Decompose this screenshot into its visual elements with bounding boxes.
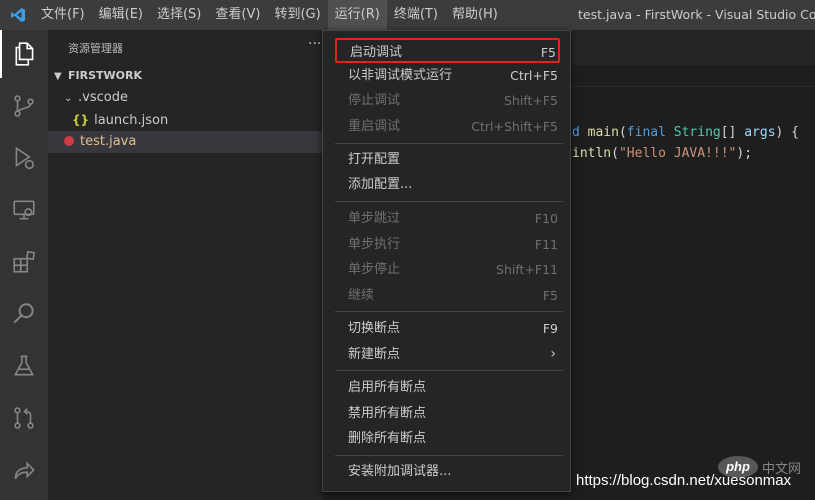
workspace-folder-label: FIRSTWORK xyxy=(68,69,142,82)
vscode-logo-icon xyxy=(11,8,25,22)
menu-add-configuration[interactable]: 添加配置... xyxy=(335,172,560,197)
menu-run-without-debugging[interactable]: 以非调试模式运行 Ctrl+F5 xyxy=(335,63,560,88)
menu-new-breakpoint[interactable]: 新建断点 › xyxy=(335,342,560,367)
test-java-file[interactable]: test.java xyxy=(48,131,322,153)
menu-view[interactable]: 查看(V) xyxy=(208,0,267,30)
remote-explorer-icon[interactable] xyxy=(0,186,48,234)
extensions-icon[interactable] xyxy=(0,238,48,286)
workspace-folder[interactable]: ▼ FIRSTWORK xyxy=(48,65,322,87)
testing-icon[interactable] xyxy=(0,342,48,390)
launch-json-label: launch.json xyxy=(94,113,169,128)
menu-separator xyxy=(335,311,563,312)
title-bar: 文件(F) 编辑(E) 选择(S) 查看(V) 转到(G) 运行(R) 终端(T… xyxy=(0,0,815,30)
menu-separator xyxy=(335,455,563,456)
menu-disable-all-breakpoints[interactable]: 禁用所有断点 xyxy=(335,401,560,426)
chevron-down-icon: ⌄ xyxy=(64,93,73,104)
menu-toggle-breakpoint[interactable]: 切换断点 F9 xyxy=(335,316,560,341)
pull-request-icon[interactable] xyxy=(0,394,48,442)
menu-install-additional-debuggers[interactable]: 安装附加调试器... xyxy=(335,459,560,484)
menu-start-debugging[interactable]: 启动调试 F5 xyxy=(335,38,560,63)
code-line-println: intln("Hello JAVA!!!"); xyxy=(572,146,753,161)
menu-continue: 继续 F5 xyxy=(348,288,558,303)
menu-stop-debugging: 停止调试 Shift+F5 xyxy=(348,93,558,108)
java-file-icon xyxy=(64,136,74,146)
explorer-title: 资源管理器 xyxy=(68,42,123,55)
menu-go[interactable]: 转到(G) xyxy=(267,0,327,30)
json-file-icon: {} xyxy=(72,113,90,127)
csdn-watermark: https://blog.csdn.net/xuesonmax xyxy=(576,472,792,489)
run-menu-dropdown: 启动调试 F5 以非调试模式运行 Ctrl+F5 停止调试 Shift+F5 重启调试… xyxy=(322,30,571,492)
search-icon[interactable] xyxy=(0,290,48,338)
explorer-sidebar: 资源管理器 ··· ▼ FIRSTWORK ⌄ .vscode {} launch.j… xyxy=(48,30,322,500)
source-control-icon[interactable] xyxy=(0,82,48,130)
menu-restart-debugging: 重启调试 Ctrl+Shift+F5 xyxy=(348,119,558,134)
vscode-folder-label: .vscode xyxy=(78,90,128,105)
menu-terminal[interactable]: 终端(T) xyxy=(387,0,445,30)
more-actions-icon[interactable]: ··· xyxy=(308,36,321,52)
explorer-icon[interactable] xyxy=(0,30,48,78)
menu-run[interactable]: 运行(R) xyxy=(327,0,387,30)
activity-bar xyxy=(0,30,48,500)
menu-file[interactable]: 文件(F) xyxy=(34,0,92,30)
menu-step-out: 单步停止 Shift+F11 xyxy=(348,262,558,277)
menu-bar: 文件(F) 编辑(E) 选择(S) 查看(V) 转到(G) 运行(R) 终端(T… xyxy=(34,0,505,30)
menu-help[interactable]: 帮助(H) xyxy=(445,0,505,30)
menu-separator xyxy=(335,370,563,371)
menu-step-into: 单步执行 F11 xyxy=(348,237,558,252)
window-title: test.java - FirstWork - Visual Studio Co… xyxy=(578,7,815,22)
chevron-right-icon: › xyxy=(550,346,556,362)
menu-separator xyxy=(335,201,563,202)
menu-step-over: 单步跳过 F10 xyxy=(348,211,558,226)
menu-selection[interactable]: 选择(S) xyxy=(150,0,208,30)
code-line-main: d main(final String[] args) { xyxy=(572,125,800,140)
vscode-folder[interactable]: ⌄ .vscode xyxy=(48,87,322,109)
chevron-down-icon: ▼ xyxy=(54,71,62,82)
live-share-icon[interactable] xyxy=(0,446,48,494)
menu-enable-all-breakpoints[interactable]: 启用所有断点 xyxy=(335,375,560,400)
menu-open-configurations[interactable]: 打开配置 xyxy=(335,147,560,172)
test-java-label: test.java xyxy=(80,134,137,149)
run-debug-icon[interactable] xyxy=(0,134,48,182)
launch-json-file[interactable]: {} launch.json xyxy=(48,109,322,131)
menu-separator xyxy=(335,143,563,144)
menu-remove-all-breakpoints[interactable]: 删除所有断点 xyxy=(335,426,560,451)
menu-edit[interactable]: 编辑(E) xyxy=(92,0,150,30)
